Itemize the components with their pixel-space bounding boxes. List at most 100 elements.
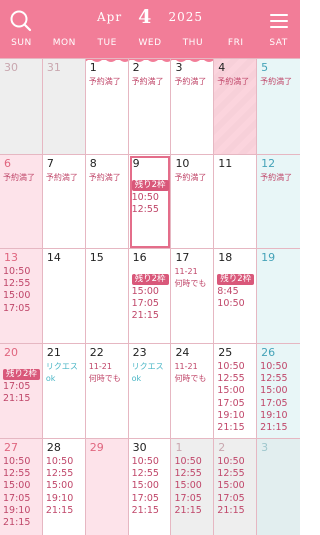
day-number: 30 [132,441,147,454]
calendar-day-cell[interactable]: 4 予約満了 [214,59,258,155]
day-entry: 21:15 [174,504,202,516]
calendar-day-cell[interactable]: 28 10:50 12:55 15:00 19:10 21:15 [43,439,86,535]
day-entry: 17:05 [131,298,159,310]
calendar-day-cell[interactable]: 12 予約満了 [257,155,301,249]
calendar-day-cell[interactable]: 10 予約満了 [171,155,215,249]
month-name: Apr [96,10,123,24]
day-entry: 何時でも [174,374,207,384]
day-entry: 17:05 [174,492,202,504]
calendar-day-cell[interactable]: 1 予約満了 [86,59,129,155]
calendar-day-cell[interactable]: 22 11-21 何時でも [86,344,129,439]
weekday-sat: SAT [269,38,288,48]
day-entry: 15:00 [131,480,159,492]
weekday-wed: WED [138,38,162,48]
day-content: 残り2枠 15:00 17:05 21:15 [131,266,170,323]
day-number: 25 [218,346,233,359]
day-content: 10:50 12:55 15:00 19:10 21:15 [46,456,84,517]
day-entry: 15:00 [3,290,31,302]
calendar-week-row: 6 予約満了 7 予約満了 8 予約満了 9 残り2枠 10:50 12:55 10 予約満了 11 12… [0,154,301,249]
day-entry: 何時でも [88,374,121,384]
calendar-day-cell[interactable]: 16 残り2枠 15:00 17:05 21:15 [129,249,172,344]
day-entry: 10:50 [260,361,288,372]
calendar-day-cell[interactable]: 27 10:50 12:55 15:00 17:05 19:10 21:15 [0,439,43,535]
calendar-day-cell[interactable]: 14 [43,249,86,344]
day-content: 予約満了 [174,76,212,88]
calendar-day-cell[interactable]: 17 11-21 何時でも [171,249,215,344]
calendar-day-cell[interactable]: 1 10:50 12:55 15:00 17:05 21:15 [171,439,215,535]
calendar-day-cell[interactable]: 21 リクエス ok [43,344,86,439]
weekday-thu: THU [182,38,204,48]
day-entry: 17:05 [217,492,245,504]
calendar-day-cell[interactable]: 23 リクエス ok [129,344,172,439]
day-entry: 10:50 [3,266,31,277]
day-entry: 予約満了 [174,77,207,86]
calendar-week-row: 27 10:50 12:55 15:00 17:05 19:10 21:15 28 10:50 1… [0,438,301,535]
weekday-sun: SUN [11,38,32,48]
calendar-day-cell[interactable]: 8 予約満了 [86,155,129,249]
weekday-header-row: SUN MON TUE WED THU FRI SAT [0,38,300,52]
calendar-day-cell[interactable]: 3 [257,439,301,535]
day-content: 残り2枠 8:45 10:50 [217,266,255,310]
day-number: 3 [175,61,183,74]
calendar-day-cell[interactable]: 2 予約満了 [129,59,172,155]
day-entry: 予約満了 [174,173,207,182]
day-number: 2 [132,61,140,74]
day-entry: 12:55 [3,468,31,480]
remaining-slots-badge: 残り2枠 [131,274,169,285]
calendar-day-cell[interactable]: 3 予約満了 [171,59,215,155]
day-entry: 10:50 [217,298,245,310]
calendar-day-cell[interactable]: 24 11-21 何時でも [171,344,215,439]
calendar-day-cell[interactable]: 30 10:50 12:55 15:00 17:05 21:15 [129,439,172,535]
day-entry: 15:00 [174,480,202,492]
day-entry: 10:50 [174,456,202,467]
day-entry: 予約満了 [131,77,164,86]
day-entry: 19:10 [217,409,245,421]
calendar-day-cell[interactable]: 25 10:50 12:55 15:00 17:05 19:10 21:15 [214,344,258,439]
day-number: 2 [218,441,226,454]
calendar-day-cell[interactable]: 29 [85,439,129,535]
day-entry: リクエス [131,362,164,371]
day-entry: 11-21 [174,362,198,371]
day-entry: 12:55 [217,468,245,480]
day-number: 30 [4,61,18,74]
calendar-day-cell[interactable]: 20 残り2枠 17:05 21:15 [0,344,43,439]
day-number: 27 [4,441,18,454]
day-entry: 12:55 [131,468,159,480]
day-content: 10:50 12:55 15:00 17:05 19:10 21:15 [217,361,255,434]
calendar-day-cell[interactable]: 19 [257,249,301,344]
day-entry: 10:50 [3,456,31,467]
calendar-day-cell[interactable]: 26 10:50 12:55 15:00 17:05 19:10 21:15 [257,344,301,439]
day-entry: 17:05 [131,492,159,504]
calendar-day-cell[interactable]: 2 10:50 12:55 15:00 17:05 21:15 [214,439,258,535]
hamburger-menu-icon[interactable] [268,10,290,32]
day-number: 9 [132,157,140,170]
day-entry: 19:10 [3,504,31,516]
calendar-day-cell[interactable]: 18 残り2枠 8:45 10:50 [214,249,258,344]
day-entry: 15:00 [260,385,288,397]
day-entry: 21:15 [131,310,159,322]
day-entry: 10:50 [45,456,74,467]
day-entry: 予約満了 [260,77,293,86]
day-entry: 予約満了 [260,173,293,182]
calendar-week-row: 13 10:50 12:55 15:00 17:05 14 15 16 残り2枠 15:00 17:… [0,248,301,344]
remaining-slots-badge: 残り2枠 [3,369,40,380]
calendar-day-cell[interactable]: 5 予約満了 [257,59,301,155]
calendar-day-cell[interactable]: 6 予約満了 [0,155,43,249]
calendar-day-cell[interactable]: 15 [86,249,129,344]
year-label: 2025 [168,10,204,24]
calendar-day-cell[interactable]: 7 予約満了 [43,155,86,249]
calendar-day-cell[interactable]: 30 [0,59,43,155]
day-content: 予約満了 [217,76,255,88]
day-number: 8 [89,157,97,170]
day-entry: 予約満了 [45,173,78,182]
day-number: 24 [175,346,190,359]
day-entry: 17:05 [260,397,288,409]
day-entry: 19:10 [45,492,74,504]
day-content: 残り2枠 10:50 12:55 [131,172,170,216]
day-entry: 12:55 [174,468,202,480]
day-content: 予約満了 [132,76,170,88]
calendar-day-cell[interactable]: 13 10:50 12:55 15:00 17:05 [0,249,43,344]
calendar-day-cell[interactable]: 31 [42,59,86,155]
calendar-day-cell[interactable]: 11 [214,155,258,249]
calendar-day-cell[interactable]: 9 残り2枠 10:50 12:55 [129,155,172,249]
